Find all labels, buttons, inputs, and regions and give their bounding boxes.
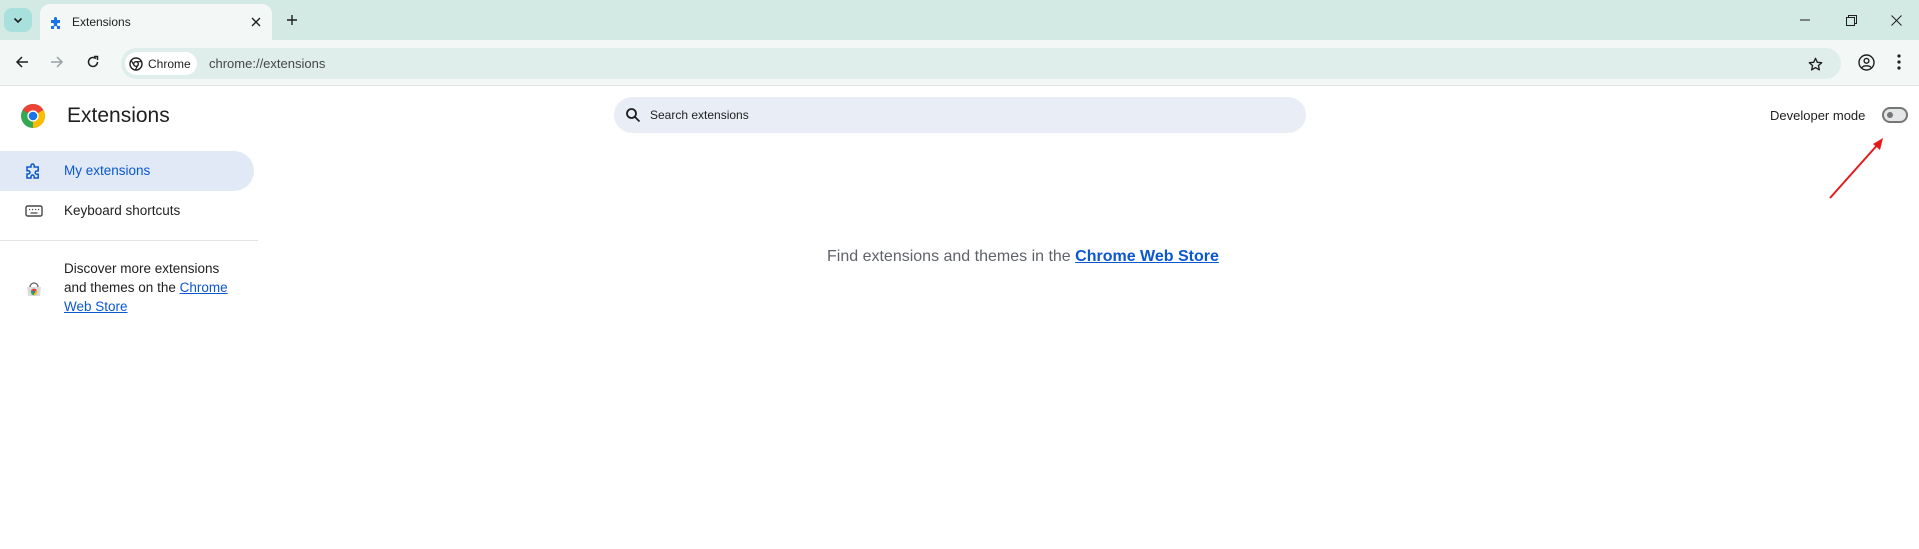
arrow-right-icon xyxy=(51,56,64,68)
close-icon xyxy=(251,17,261,27)
chrome-icon xyxy=(129,56,143,71)
chrome-web-store-link[interactable]: Chrome Web Store xyxy=(1075,248,1219,265)
chevron-down-icon xyxy=(13,17,23,24)
address-bar[interactable]: Chrome chrome://extensions xyxy=(121,48,1841,79)
site-info-label: Chrome xyxy=(148,56,191,71)
annotation-arrow xyxy=(1829,138,1883,199)
url-text[interactable]: chrome://extensions xyxy=(209,56,325,71)
profile-button[interactable] xyxy=(1852,48,1880,76)
discover-more-text: Discover more extensions and themes on t… xyxy=(64,259,244,316)
close-window-button[interactable] xyxy=(1873,0,1919,40)
sidebar-divider xyxy=(0,240,258,241)
plus-icon xyxy=(287,15,297,25)
minimize-icon xyxy=(1800,19,1810,21)
sidebar-item-keyboard-shortcuts[interactable]: Keyboard shortcuts xyxy=(0,191,254,231)
restore-icon xyxy=(1845,14,1857,26)
back-button[interactable] xyxy=(8,48,36,76)
menu-button[interactable] xyxy=(1885,48,1913,76)
sidebar-item-label: My extensions xyxy=(64,163,151,178)
close-icon xyxy=(1890,14,1902,26)
minimize-button[interactable] xyxy=(1782,0,1828,40)
search-extensions-box[interactable] xyxy=(614,97,1306,133)
sidebar-item-label: Keyboard shortcuts xyxy=(64,203,181,218)
sidebar-item-my-extensions[interactable]: My extensions xyxy=(0,151,254,191)
keyboard-icon xyxy=(25,205,43,217)
browser-toolbar: Chrome chrome://extensions xyxy=(0,40,1919,86)
developer-mode-toggle[interactable] xyxy=(1882,107,1908,123)
restore-button[interactable] xyxy=(1828,0,1874,40)
search-input[interactable] xyxy=(648,97,1288,133)
profile-icon xyxy=(1857,53,1875,71)
puzzle-icon xyxy=(51,17,60,29)
puzzle-icon xyxy=(26,163,39,179)
reload-icon xyxy=(87,55,99,68)
reload-button[interactable] xyxy=(79,48,107,76)
web-store-icon xyxy=(27,282,41,296)
tab-close-button[interactable] xyxy=(246,12,266,32)
developer-mode-label: Developer mode xyxy=(1770,108,1866,123)
star-icon xyxy=(1808,57,1822,71)
page-title: Extensions xyxy=(67,104,170,127)
bookmark-button[interactable] xyxy=(1803,52,1827,76)
empty-state-message: Find extensions and themes in the Chrome… xyxy=(827,248,1219,266)
forward-button[interactable] xyxy=(43,48,71,76)
chrome-logo xyxy=(21,103,46,128)
tab-search-button[interactable] xyxy=(4,8,32,32)
new-tab-button[interactable] xyxy=(281,9,303,31)
more-vertical-icon xyxy=(1897,54,1901,70)
tab-title: Extensions xyxy=(72,15,131,29)
toggle-knob xyxy=(1887,112,1893,118)
empty-state-prefix: Find extensions and themes in the xyxy=(827,248,1076,265)
search-icon xyxy=(626,108,641,123)
arrow-left-icon xyxy=(15,56,28,68)
site-info-chip[interactable]: Chrome xyxy=(125,52,197,75)
tab-extensions[interactable]: Extensions xyxy=(40,4,272,40)
tab-strip: Extensions xyxy=(0,0,1919,40)
